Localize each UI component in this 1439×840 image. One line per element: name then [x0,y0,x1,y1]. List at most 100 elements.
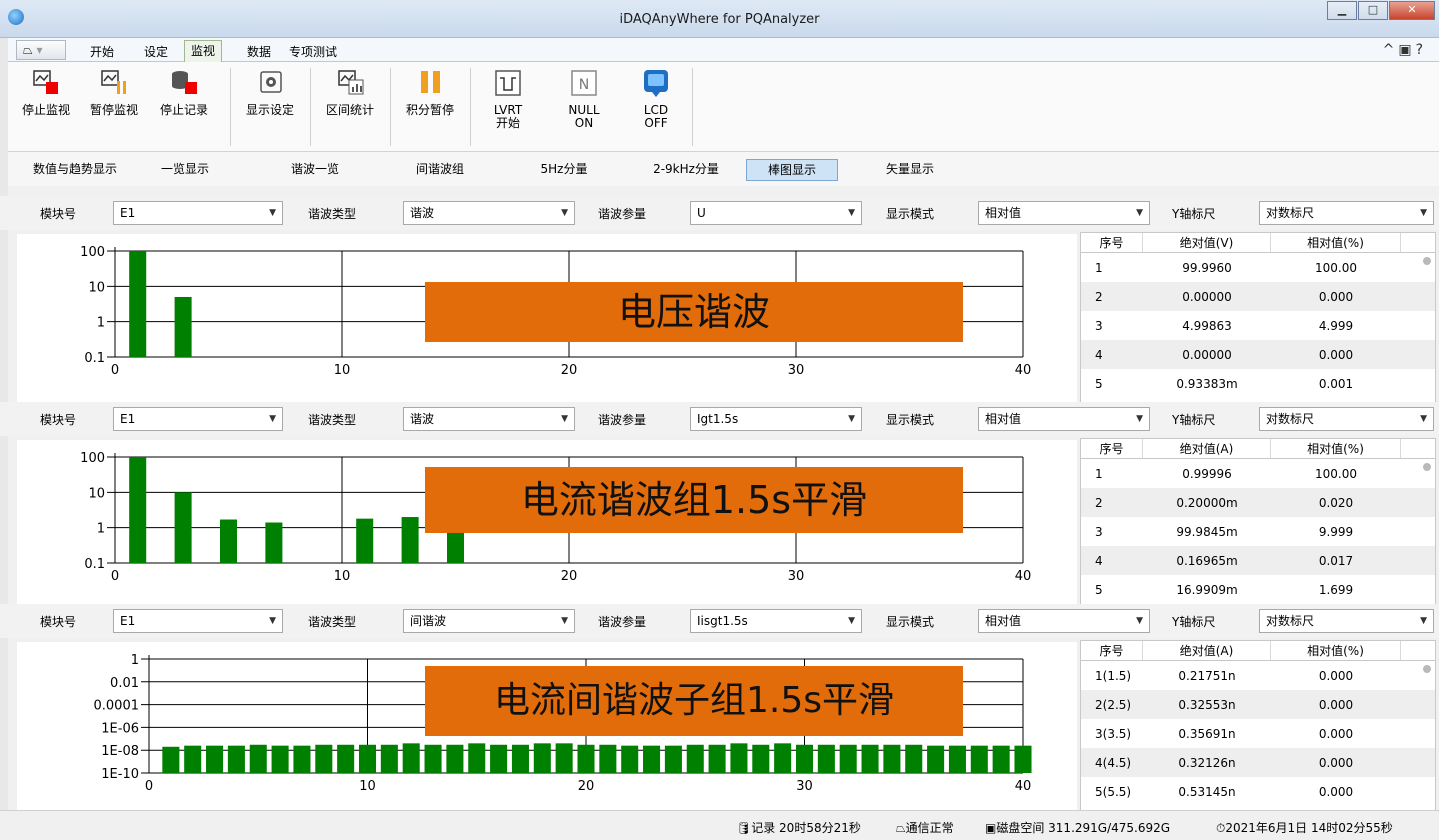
module-select[interactable]: E1 ▼ [113,407,283,431]
null-icon-text: N [579,77,589,93]
table-row[interactable]: 4(4.5) 0.32126n 0.000 [1081,748,1435,777]
tab-vector[interactable]: 矢量显示 [870,159,950,181]
harmonic-type-select[interactable]: 谐波 ▼ [403,407,575,431]
display-mode-select[interactable]: 相对值 ▼ [978,609,1150,633]
y-scale-select[interactable]: 对数标尺 ▼ [1259,201,1434,225]
pause-monitor-label: 暂停监视 [90,103,139,117]
tab-settings[interactable]: 设定 [138,42,174,62]
table-cell: 0.99996 [1182,466,1232,481]
null-on-button[interactable]: N NULL ON [560,68,608,130]
tab-values-trend[interactable]: 数值与趋势显示 [20,159,130,181]
column-header[interactable]: 序号 [1081,641,1143,660]
tab-start[interactable]: 开始 [84,42,120,62]
module-label: 模块号 [40,207,77,221]
column-header[interactable]: 绝对值(A) [1143,439,1271,458]
bar [948,745,966,773]
scrollbar-thumb[interactable] [1423,463,1431,471]
app-menu-button[interactable]: ⏢ ▾ [16,40,66,60]
bar [401,517,419,563]
stop-record-label: 停止记录 [160,103,209,117]
table-row[interactable]: 5 0.93383m 0.001 [1081,369,1435,398]
stop-monitor-button[interactable]: 停止监视 [22,68,70,117]
table-row[interactable]: 2 0.00000 0.000 [1081,282,1435,311]
tab-interharmonic-group[interactable]: 间谐波组 [400,159,480,181]
y-scale-select[interactable]: 对数标尺 ▼ [1259,407,1434,431]
column-header[interactable]: 绝对值(A) [1143,641,1271,660]
lvrt-start-button[interactable]: LVRT 开始 [484,68,532,130]
lcd-off-button[interactable]: LCD OFF [632,68,680,130]
table-row[interactable]: 1(1.5) 0.21751n 0.000 [1081,661,1435,690]
toolbar-divider [310,68,311,146]
tab-bar-chart[interactable]: 棒图显示 [746,159,838,181]
table-row[interactable]: 4 0.00000 0.000 [1081,340,1435,369]
pause-icon [415,68,445,98]
display-mode-select[interactable]: 相对值 ▼ [978,407,1150,431]
module-select[interactable]: E1 ▼ [113,609,283,633]
tab-2-9khz[interactable]: 2-9kHz分量 [636,159,736,181]
collapse-ribbon-icon[interactable]: ^ [1383,42,1399,58]
datetime-status: ⏱2021年6月1日 14时02分55秒 [1216,819,1393,836]
toolbar-divider [470,68,471,146]
window-controls: ▁ □ ✕ [1326,1,1435,20]
scrollbar-thumb[interactable] [1423,257,1431,265]
table-row[interactable]: 1 0.99996 100.00 [1081,459,1435,488]
display-settings-button[interactable]: 显示设定 [240,68,300,117]
module-select[interactable]: E1 ▼ [113,201,283,225]
help-icon[interactable]: ? [1416,42,1427,58]
chevron-down-icon: ▼ [1136,414,1143,424]
y-tick-label: 0.01 [110,676,139,691]
table-header: 序号 绝对值(V) 相对值(%) [1081,233,1435,253]
table-row[interactable]: 3 4.99863 4.999 [1081,311,1435,340]
harmonic-type-select[interactable]: 谐波 ▼ [403,201,575,225]
column-header[interactable]: 相对值(%) [1271,641,1401,660]
display-mode-select[interactable]: 相对值 ▼ [978,201,1150,225]
scrollbar-thumb[interactable] [1423,665,1431,673]
table-row[interactable]: 2(2.5) 0.32553n 0.000 [1081,690,1435,719]
bar [905,744,923,773]
table-row[interactable]: 3(3.5) 0.35691n 0.000 [1081,719,1435,748]
table-row[interactable]: 4 0.16965m 0.017 [1081,546,1435,575]
harmonic-table[interactable]: 序号 绝对值(V) 相对值(%) 1 99.9960 100.00 2 0.00000 0.00… [1080,232,1436,404]
column-header[interactable]: 序号 [1081,233,1143,252]
table-row[interactable]: 1 99.9960 100.00 [1081,253,1435,282]
stop-record-button[interactable]: 停止记录 [160,68,208,117]
tab-harmonic-overview[interactable]: 谐波一览 [280,159,350,181]
harmonic-param-select[interactable]: Igt1.5s ▼ [690,407,862,431]
close-button[interactable]: ✕ [1389,1,1435,20]
table-row[interactable]: 2 0.20000m 0.020 [1081,488,1435,517]
table-row[interactable]: 5(5.5) 0.53145n 0.000 [1081,777,1435,806]
table-cell: 0.000 [1318,755,1354,770]
maximize-button[interactable]: □ [1358,1,1388,20]
pause-monitor-button[interactable]: 暂停监视 [90,68,138,117]
column-header[interactable]: 相对值(%) [1271,233,1401,252]
tab-data[interactable]: 数据 [241,42,277,62]
bar [174,296,192,357]
harmonic-param-select[interactable]: U ▼ [690,201,862,225]
table-cell: 100.00 [1315,260,1357,275]
column-header[interactable]: 相对值(%) [1271,439,1401,458]
minimize-button[interactable]: ▁ [1327,1,1357,20]
integral-pause-button[interactable]: 积分暂停 [400,68,460,117]
tab-5hz[interactable]: 5Hz分量 [524,159,604,181]
harmonic-table[interactable]: 序号 绝对值(A) 相对值(%) 1 0.99996 100.00 2 0.20000m 0.0… [1080,438,1436,608]
tab-monitor[interactable]: 监视 [184,40,223,62]
bar [380,744,398,773]
harmonic-type-select[interactable]: 间谐波 ▼ [403,609,575,633]
tab-special-test[interactable]: 专项测试 [283,42,343,62]
chevron-down-icon: ▼ [1136,616,1143,626]
save-icon[interactable]: ▣ [1398,42,1415,58]
harmonic-table[interactable]: 序号 绝对值(A) 相对值(%) 1(1.5) 0.21751n 0.000 2(2.5) 0… [1080,640,1436,814]
y-scale-select[interactable]: 对数标尺 ▼ [1259,609,1434,633]
table-row[interactable]: 3 99.9845m 9.999 [1081,517,1435,546]
tab-overview[interactable]: 一览显示 [150,159,220,181]
column-header[interactable]: 序号 [1081,439,1143,458]
chevron-down-icon: ▼ [1420,616,1427,626]
harmonic-param-value: Iisgt1.5s [697,614,748,628]
column-header[interactable]: 绝对值(V) [1143,233,1271,252]
bar [206,745,224,773]
chevron-down-icon: ▼ [269,414,276,424]
table-row[interactable]: 5 16.9909m 1.699 [1081,575,1435,604]
harmonic-param-select[interactable]: Iisgt1.5s ▼ [690,609,862,633]
interval-stats-button[interactable]: 区间统计 [320,68,380,117]
table-cell: 4.99863 [1182,318,1232,333]
